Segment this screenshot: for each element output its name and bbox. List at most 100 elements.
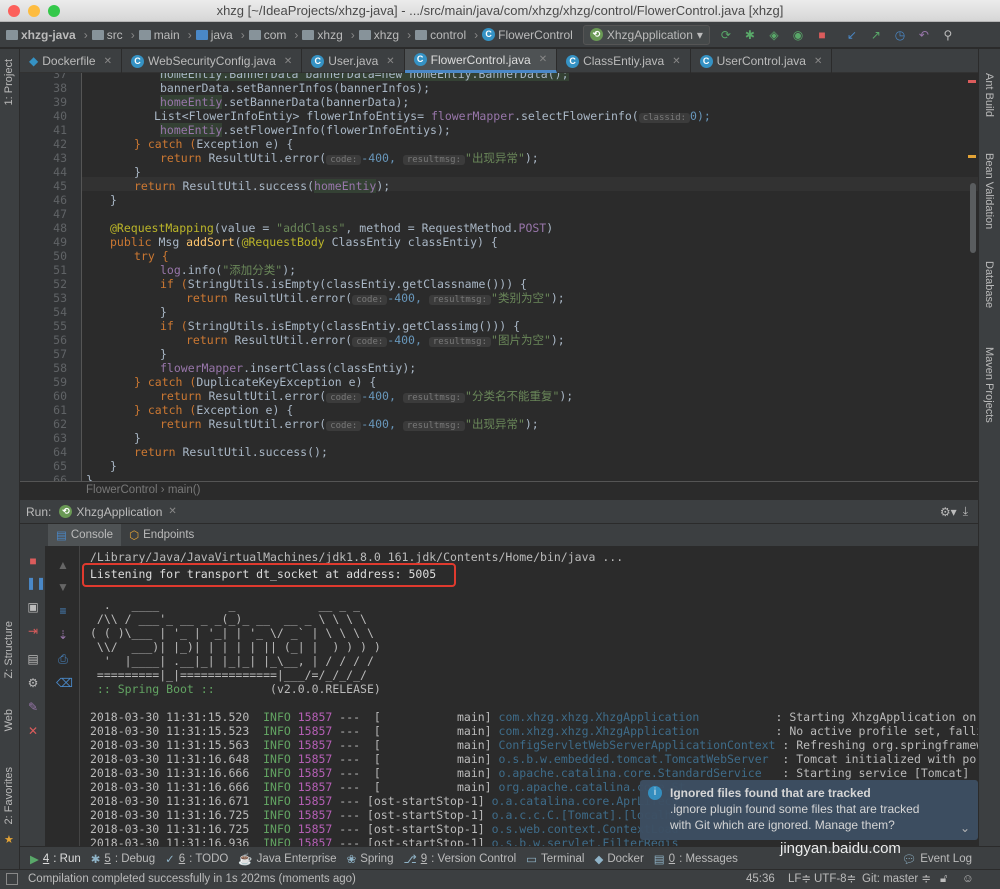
code-line-51: log.info("添加分类"); (160, 263, 297, 277)
search-everywhere-icon[interactable]: ⚲ (940, 27, 956, 43)
profile-icon[interactable]: ◉ (790, 27, 806, 43)
crumb-java[interactable]: java (195, 28, 233, 42)
editor-tab-bar: ◆ Dockerfile ✕ C WebSecurityConfig.java ✕ CU… (20, 49, 978, 73)
vcs-history-icon[interactable]: ◷ (892, 27, 908, 43)
code-line-40: List<FlowerInfoEntiy> flowerInfoEntiys= … (154, 109, 711, 123)
line-number: 57 (53, 347, 67, 361)
down-arrow-icon[interactable]: ▼ (56, 580, 70, 594)
toggle-tool-windows-icon[interactable] (6, 873, 18, 885)
tab-user[interactable]: C User.java ✕ (302, 49, 405, 73)
close-icon[interactable]: ✕ (386, 56, 394, 67)
close-icon[interactable]: ✕ (168, 506, 176, 517)
favorites-tool-button[interactable]: 2: Favorites (3, 767, 15, 824)
tab-dockerfile[interactable]: ◆ Dockerfile ✕ (20, 49, 122, 73)
tool-button-docker[interactable]: ◆ Docker (595, 852, 644, 866)
stop-icon[interactable]: ■ (814, 27, 830, 43)
tab-classentiy[interactable]: C ClassEntiy.java ✕ (557, 49, 691, 73)
code-line-50: try { (134, 249, 169, 263)
crumb-xhzg-2[interactable]: xhzg (358, 28, 399, 42)
web-tool-button[interactable]: Web (3, 709, 15, 731)
tool-button-run[interactable]: ▶ 4: Run (30, 852, 81, 866)
restore-layout-icon[interactable]: ▣ (26, 600, 40, 614)
tab-endpoints[interactable]: ⬡ Endpoints (121, 524, 202, 546)
warning-stripe-marker (968, 155, 976, 158)
vcs-commit-icon[interactable]: ↗ (868, 27, 884, 43)
ant-build-tool-button[interactable]: Ant Build (983, 73, 995, 117)
pin-icon[interactable]: ✎ (26, 700, 40, 714)
crumb-src[interactable]: src (91, 28, 123, 42)
print-icon[interactable]: ⎙ (56, 652, 70, 666)
minimize-window-button[interactable] (28, 5, 40, 17)
vcs-update-icon[interactable]: ↙ (844, 27, 860, 43)
inspector-icon[interactable]: ☺ (962, 870, 974, 889)
folder-icon (302, 29, 315, 40)
tool-button-versioncontrol[interactable]: ⎇ 9: Version Control (403, 852, 516, 866)
close-icon[interactable]: ✕ (26, 724, 40, 738)
close-icon[interactable]: ✕ (814, 56, 822, 67)
console-icon: ▤ (56, 530, 67, 542)
line-separator[interactable]: LF≑ (788, 870, 811, 889)
tab-console[interactable]: ▤ Console (48, 524, 122, 546)
crumb-xhzg[interactable]: xhzg (302, 28, 343, 42)
pause-icon[interactable]: ❚❚ (26, 576, 46, 590)
rerun-icon[interactable]: ⟳ (718, 27, 734, 43)
scroll-to-end-icon[interactable]: ⇣ (56, 628, 70, 642)
info-icon: i (648, 786, 662, 800)
chevron-down-icon[interactable]: ⌄ (960, 820, 970, 836)
tool-button-debug[interactable]: ✱ 5: Debug (91, 852, 155, 866)
maven-projects-tool-button[interactable]: Maven Projects (983, 347, 995, 423)
code-line-62: return ResultUtil.error(code: -400, resul… (160, 417, 539, 431)
hide-panel-icon[interactable]: ⤓ (963, 504, 968, 519)
debug-icon[interactable]: ✱ (742, 27, 758, 43)
run-configuration-select[interactable]: ⟲ XhzgApplication ▾ (582, 24, 710, 45)
editor-scrollbar[interactable] (970, 183, 976, 253)
crumb-project[interactable]: xhzg-java (6, 28, 76, 42)
caret-position[interactable]: 45:36 (746, 870, 775, 889)
crumb-control[interactable]: control (415, 28, 466, 42)
tool-button-messages[interactable]: ▤ 0: Messages (654, 852, 738, 866)
close-icon[interactable]: ✕ (539, 54, 547, 65)
tool-button-todo[interactable]: ✓ 6: TODO (165, 852, 228, 866)
tool-button-eventlog[interactable]: 💬︎ Event Log (902, 852, 972, 866)
crumb-main[interactable]: main (138, 28, 180, 42)
close-icon[interactable]: ✕ (284, 56, 292, 67)
tool-button-spring[interactable]: ❀ Spring (347, 852, 394, 866)
soft-wrap-icon[interactable]: ≡ (56, 604, 70, 618)
settings-gear-icon[interactable]: ⚙▾ (940, 505, 957, 519)
close-icon[interactable]: ✕ (104, 56, 112, 67)
database-tool-button[interactable]: Database (983, 261, 995, 308)
code-editor[interactable]: 37 38 39 40 41 42 43 44 45 46 47 48 49 50 51 52 53 54 55 56… (20, 73, 978, 481)
crumb-flowercontrol[interactable]: C FlowerControl (482, 28, 573, 42)
settings-icon[interactable]: ⚙ (26, 676, 40, 690)
notification-balloon[interactable]: i Ignored files found that are tracked .… (640, 780, 978, 840)
notification-line-3: with Git which are ignored. Manage them? (670, 818, 895, 832)
exit-icon[interactable]: ⇥ (26, 624, 40, 638)
run-app-tab[interactable]: XhzgApplication (76, 505, 162, 519)
bean-validation-tool-button[interactable]: Bean Validation (983, 153, 995, 229)
tab-flowercontrol[interactable]: C FlowerControl.java ✕ (404, 49, 558, 73)
tab-websecurityconfig[interactable]: C WebSecurityConfig.java ✕ (122, 49, 303, 73)
tool-button-javaenterprise[interactable]: ☕ Java Enterprise (238, 852, 336, 866)
git-branch[interactable]: Git: master ≑ (862, 870, 931, 889)
close-window-button[interactable] (8, 5, 20, 17)
clear-all-icon[interactable]: ⌫ (56, 676, 73, 690)
file-encoding[interactable]: UTF-8≑ (814, 870, 856, 889)
coverage-icon[interactable]: ◈ (766, 27, 782, 43)
stop-icon[interactable]: ■ (26, 554, 40, 568)
close-icon[interactable]: ✕ (672, 56, 680, 67)
breadcrumb-class[interactable]: FlowerControl (86, 484, 158, 496)
tool-icon: 💬︎ (901, 853, 917, 866)
tab-usercontrol[interactable]: C UserControl.java ✕ (691, 49, 833, 73)
line-number: 39 (53, 95, 67, 109)
code-line-39: homeEntiy.setBannerData(bannerData); (160, 95, 410, 109)
crumb-com[interactable]: com (248, 28, 286, 42)
structure-tool-button[interactable]: Z: Structure (3, 621, 15, 678)
lock-icon[interactable]: 🔓︎ (940, 870, 947, 889)
breadcrumb-method[interactable]: main() (168, 484, 201, 496)
project-tool-button[interactable]: 1: Project (3, 59, 15, 105)
dump-threads-icon[interactable]: ▤ (26, 652, 40, 666)
tool-button-terminal[interactable]: ▭ Terminal (526, 852, 584, 866)
zoom-window-button[interactable] (48, 5, 60, 17)
up-arrow-icon[interactable]: ▲ (56, 558, 70, 572)
revert-icon[interactable]: ↶ (916, 27, 932, 43)
